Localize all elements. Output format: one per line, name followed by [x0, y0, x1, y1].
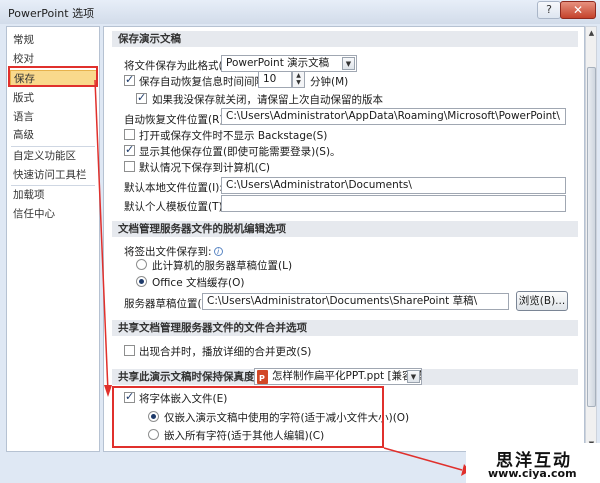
- watermark-brand: 思洋互动 www.ciya.com: [466, 443, 600, 483]
- arrow-line-diagonal: [383, 447, 463, 471]
- annotation-arrows: [94, 79, 470, 476]
- brand-url: www.ciya.com: [488, 467, 577, 480]
- arrow-head-down: [104, 385, 112, 397]
- arrow-line-down: [94, 79, 109, 393]
